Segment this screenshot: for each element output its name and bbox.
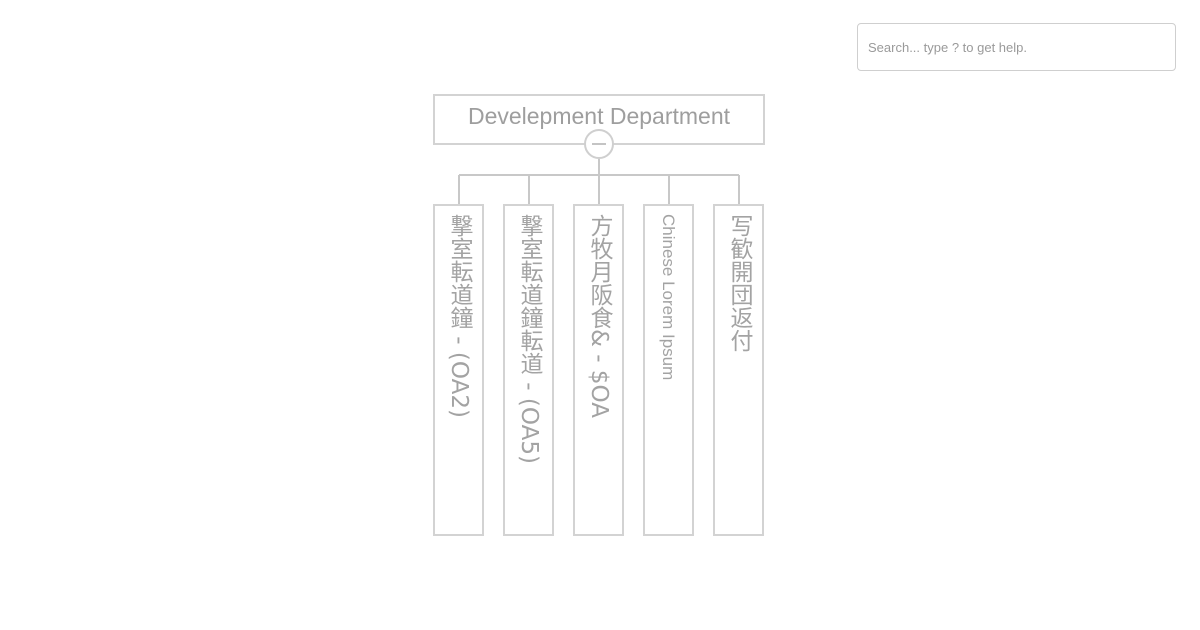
child-node-label: Chinese Lorem Ipsum [659, 214, 678, 381]
search-input[interactable] [858, 24, 1175, 70]
child-node-oa[interactable]: 方牧月阪食& - $OA [573, 204, 624, 536]
org-chart-page: Develepment Department 撃室転道鐘 - (OA2) 撃室転… [0, 0, 1200, 630]
child-node-label: 撃室転道鐘 - (OA2) [446, 214, 472, 418]
child-node-label: 方牧月阪食& - $OA [586, 214, 612, 418]
child-node-chinese-lorem-ipsum[interactable]: Chinese Lorem Ipsum [643, 204, 694, 536]
child-node-oa5[interactable]: 撃室転道鐘転道 - (OA5) [503, 204, 554, 536]
child-node-oa2[interactable]: 撃室転道鐘 - (OA2) [433, 204, 484, 536]
child-node-label: 写歓開団返付 [726, 214, 752, 352]
root-node-title: Develepment Department [467, 103, 731, 129]
search-box[interactable] [857, 23, 1176, 71]
minus-icon [592, 143, 606, 145]
child-node-fifth[interactable]: 写歓開団返付 [713, 204, 764, 536]
collapse-toggle-button[interactable] [584, 129, 614, 159]
child-node-label: 撃室転道鐘転道 - (OA5) [516, 214, 542, 464]
